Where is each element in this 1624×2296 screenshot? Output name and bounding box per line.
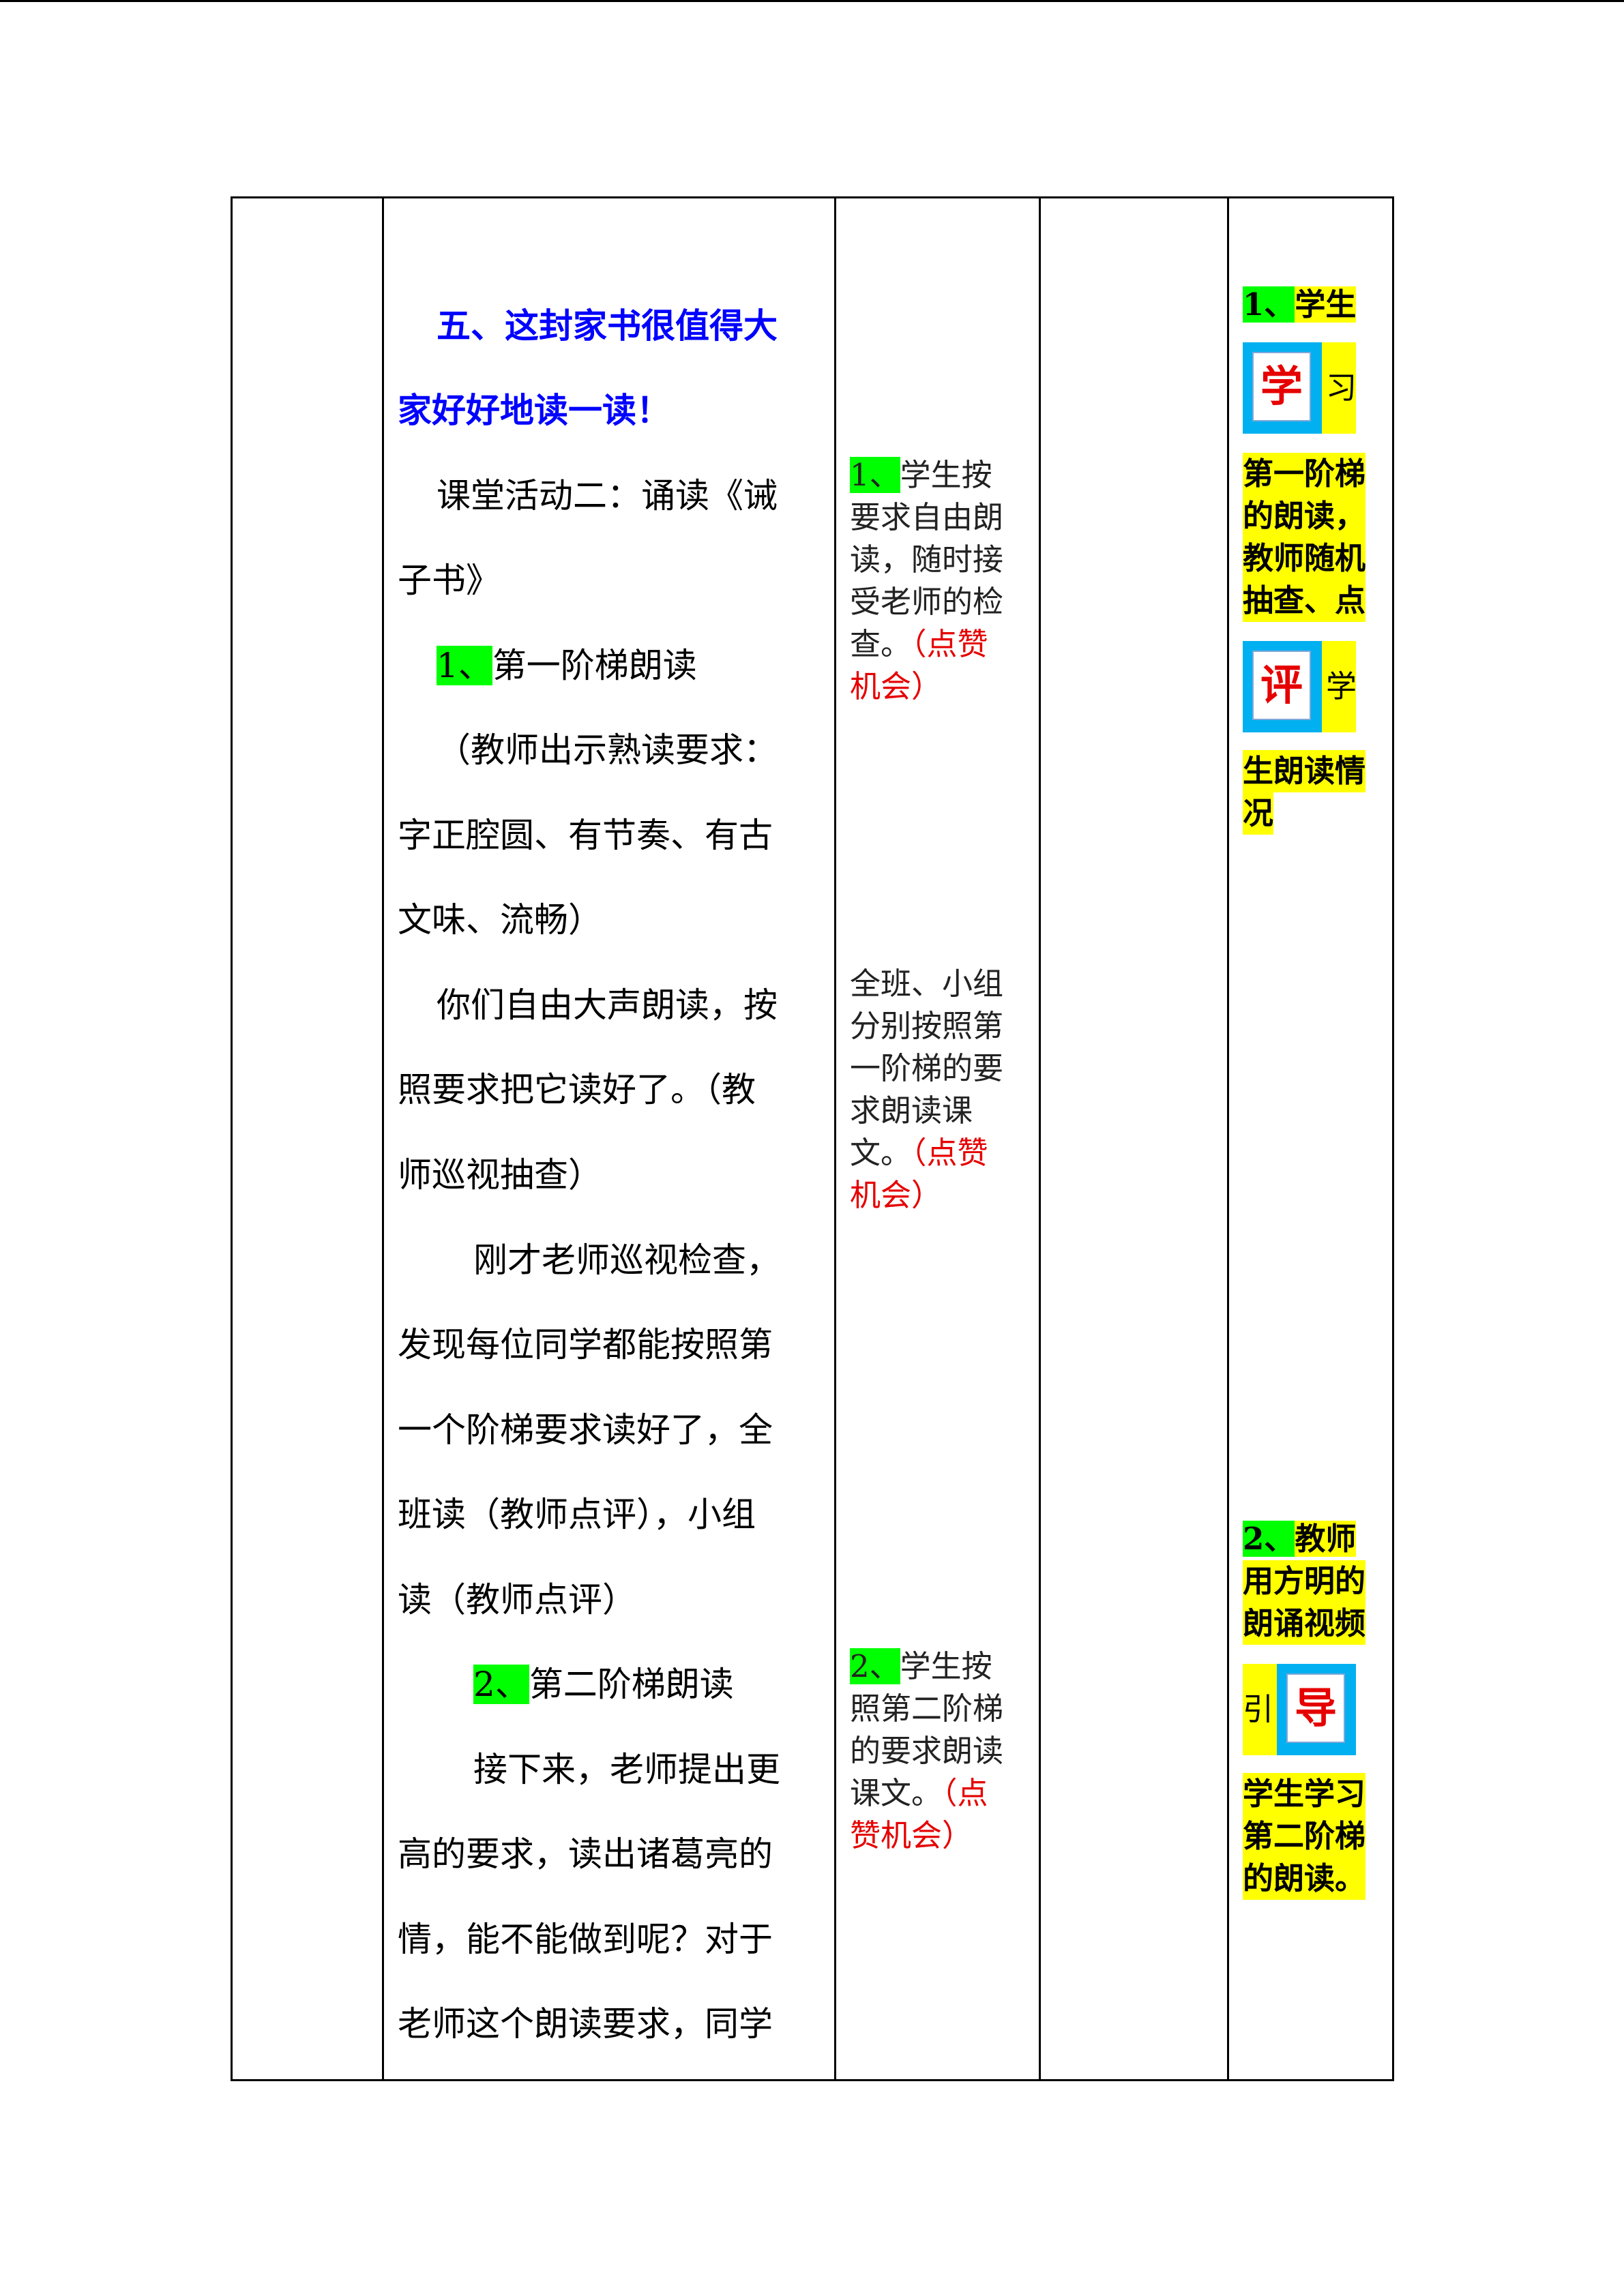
step-number: 2、 <box>473 1665 529 1704</box>
praise-chance: （点 <box>942 1775 988 1811</box>
table-col-divider <box>1039 196 1041 2081</box>
learn-badge-char: 学 <box>1252 352 1311 421</box>
table-top-border <box>231 196 1394 198</box>
note-line: 2、教师 <box>1243 1521 1357 1557</box>
note-line: 的朗读， <box>1243 495 1366 537</box>
activity-line: 读，随时接 <box>850 541 1004 578</box>
note-line: 教师随机 <box>1243 537 1366 580</box>
activity-line: 受老师的检 <box>850 584 1004 620</box>
note-line: 第一阶梯 <box>1243 453 1366 495</box>
step-heading: 1、第一阶梯朗读 <box>437 645 697 686</box>
paragraph-line: 子书》 <box>398 561 500 600</box>
paragraph-line: 老师这个朗读要求，同学 <box>398 2004 773 2044</box>
note-line: 朗诵视频 <box>1243 1602 1366 1645</box>
praise-chance: 机会） <box>850 668 943 704</box>
activity-line: 全班、小组 <box>850 966 1004 1002</box>
paragraph-line: 字正腔圆、有节奏、有古 <box>398 816 773 855</box>
paragraph-line: 你们自由大声朗读，按 <box>437 985 778 1025</box>
activity-line: 照第二阶梯 <box>850 1690 1004 1727</box>
learn-badge: 学 习 <box>1243 342 1357 434</box>
activity-line: 1、学生按 <box>850 457 992 493</box>
activity-line: 求朗读课 <box>850 1092 973 1129</box>
note-line: 1、学生 <box>1243 286 1357 323</box>
paragraph-line: 师巡视抽查） <box>398 1155 602 1195</box>
praise-chance: （点赞 <box>911 1135 988 1171</box>
paragraph-line: 读（教师点评） <box>398 1580 636 1620</box>
praise-chance: 机会） <box>850 1177 943 1213</box>
step-number: 2、 <box>1243 1521 1295 1557</box>
paragraph-line: 接下来，老师提出更 <box>473 1750 780 1789</box>
paragraph-line: 情，能不能做到呢？对于 <box>398 1920 773 1959</box>
activity-line: 查。（点赞 <box>850 626 988 662</box>
guide-badge-char: 导 <box>1286 1673 1345 1743</box>
table-col-divider <box>231 196 233 2081</box>
activity-line: 要求自由朗 <box>850 499 1004 535</box>
step-number: 1、 <box>850 457 900 493</box>
activity-line: 的要求朗读 <box>850 1733 1004 1769</box>
section-title-line: 五、这封家书很值得大 <box>437 305 778 346</box>
table-col-divider <box>1227 196 1229 2081</box>
step-title: 第一阶梯朗读 <box>492 646 697 685</box>
step-number: 1、 <box>437 646 492 685</box>
evaluate-badge-char: 评 <box>1252 651 1311 720</box>
activity-line: 文。（点赞 <box>850 1135 988 1171</box>
table-col-divider <box>1392 196 1394 2081</box>
step-number: 2、 <box>850 1648 900 1684</box>
praise-chance: （点赞 <box>911 626 988 662</box>
evaluate-badge: 评 学 <box>1243 641 1357 732</box>
activity-line: 分别按照第 <box>850 1008 1004 1044</box>
note-line: 况 <box>1243 792 1274 835</box>
guide-badge: 引 导 <box>1243 1664 1356 1755</box>
table-bottom-border <box>231 2079 1394 2081</box>
step-number: 1、 <box>1243 286 1295 323</box>
paragraph-line: 一个阶梯要求读好了，全 <box>398 1410 773 1450</box>
paragraph-line: 课堂活动二：诵读《诫 <box>437 476 778 516</box>
paragraph-line: 刚才老师巡视检查， <box>473 1240 780 1280</box>
note-line: 的朗读。 <box>1243 1858 1366 1900</box>
activity-line: 2、学生按 <box>850 1648 992 1684</box>
activity-line: 课文。（点 <box>850 1775 988 1811</box>
note-line: 第二阶梯 <box>1243 1815 1366 1858</box>
paragraph-line: 照要求把它读好了。（教 <box>398 1070 756 1109</box>
page-top-border <box>0 0 1624 2</box>
table-col-divider <box>382 196 384 2081</box>
activity-line: 一阶梯的要 <box>850 1050 1004 1086</box>
praise-chance: 赞机会） <box>850 1817 973 1853</box>
step-title: 第二阶梯朗读 <box>529 1665 734 1704</box>
note-line: 学生学习 <box>1243 1773 1366 1815</box>
paragraph-line: 高的要求，读出诸葛亮的 <box>398 1834 773 1874</box>
section-title-line: 家好好地读一读！ <box>398 390 670 430</box>
step-heading: 2、第二阶梯朗读 <box>473 1664 734 1705</box>
paragraph-line: 文味、流畅） <box>398 900 602 940</box>
note-line: 用方明的 <box>1243 1560 1366 1602</box>
paragraph-line: （教师出示熟读要求： <box>437 730 778 770</box>
note-line: 抽查、点 <box>1243 580 1366 622</box>
paragraph-line: 班读（教师点评），小组 <box>398 1495 756 1534</box>
paragraph-line: 发现每位同学都能按照第 <box>398 1325 773 1365</box>
table-col-divider <box>834 196 836 2081</box>
note-line: 生朗读情 <box>1243 750 1366 792</box>
